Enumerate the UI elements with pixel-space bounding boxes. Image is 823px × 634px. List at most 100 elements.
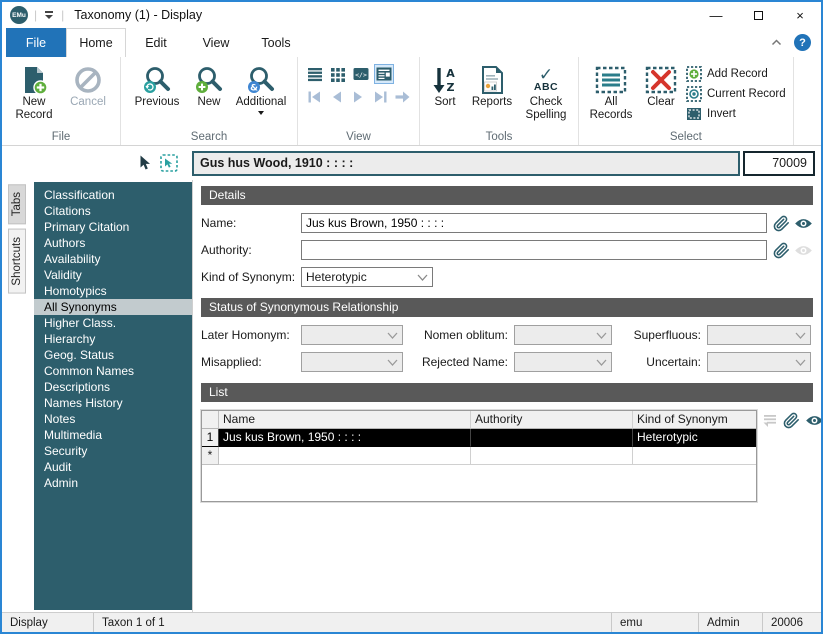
clear-selection-button[interactable]: Clear	[640, 62, 682, 109]
sidebar-item-classification[interactable]: Classification	[34, 187, 192, 203]
chevron-down-icon	[592, 359, 611, 366]
kind-of-synonym-dropdown[interactable]: Heterotypic	[301, 267, 433, 287]
tab-home[interactable]: Home	[66, 28, 126, 57]
tab-file[interactable]: File	[6, 28, 66, 57]
attach-icon[interactable]	[773, 215, 790, 232]
details-view-icon[interactable]	[374, 64, 394, 84]
help-icon[interactable]: ?	[794, 34, 811, 51]
column-header-kind-of-synonym[interactable]: Kind of Synonym	[633, 411, 756, 429]
sidebar-item-security[interactable]: Security	[34, 443, 192, 459]
status-record-position: Taxon 1 of 1	[102, 616, 165, 629]
view-attachment-eye-icon[interactable]	[794, 217, 813, 230]
sidebar-item-authors[interactable]: Authors	[34, 235, 192, 251]
additional-dropdown-icon	[258, 111, 264, 115]
sort-button[interactable]: A Z Sort	[427, 62, 463, 109]
sidebar-item-primary-citation[interactable]: Primary Citation	[34, 219, 192, 235]
rail-tab-shortcuts[interactable]: Shortcuts	[8, 229, 26, 294]
name-input[interactable]	[301, 213, 767, 233]
name-label: Name:	[201, 216, 237, 230]
pointer-cursor-icon[interactable]	[138, 155, 151, 171]
quick-access-toolbar-icon[interactable]	[43, 11, 55, 19]
clear-selection-icon	[645, 63, 677, 96]
view-attachment-eye-icon[interactable]	[805, 414, 821, 427]
cell-kind-of-synonym[interactable]	[633, 447, 756, 465]
uncertain-dropdown[interactable]	[707, 352, 811, 372]
reports-button[interactable]: Reports	[467, 62, 517, 109]
attach-icon[interactable]	[783, 412, 800, 429]
contact-sheet-view-icon[interactable]	[328, 64, 348, 84]
sidebar-item-common-names[interactable]: Common Names	[34, 363, 192, 379]
invert-selection-button[interactable]: Invert	[686, 105, 786, 122]
marquee-select-icon[interactable]	[160, 154, 178, 172]
sidebar-item-names-history[interactable]: Names History	[34, 395, 192, 411]
previous-record-icon[interactable]	[327, 88, 346, 106]
next-record-icon[interactable]	[349, 88, 368, 106]
sidebar-item-availability[interactable]: Availability	[34, 251, 192, 267]
cell-kind-of-synonym[interactable]: Heterotypic	[633, 429, 756, 447]
record-number-field[interactable]: 70009	[743, 150, 815, 176]
sidebar-item-audit[interactable]: Audit	[34, 459, 192, 475]
superfluous-label: Superfluous:	[633, 328, 701, 342]
add-record-button[interactable]: Add Record	[686, 65, 786, 82]
cell-authority[interactable]	[471, 429, 633, 447]
attach-icon[interactable]	[773, 242, 790, 259]
emu-logo-icon[interactable]: EMu	[10, 6, 28, 24]
list-view-icon[interactable]	[305, 64, 325, 84]
new-search-button[interactable]: New	[190, 62, 228, 109]
sidebar-item-hierarchy[interactable]: Hierarchy	[34, 331, 192, 347]
first-record-icon[interactable]	[305, 88, 324, 106]
minimize-button[interactable]: —	[695, 2, 737, 28]
sidebar-item-descriptions[interactable]: Descriptions	[34, 379, 192, 395]
last-record-icon[interactable]	[371, 88, 390, 106]
maximize-button[interactable]	[737, 2, 779, 28]
sort-icon: A Z	[431, 63, 459, 96]
additional-search-button[interactable]: & Additional	[232, 62, 290, 115]
check-spelling-button[interactable]: ✓ ABC Check Spelling	[521, 62, 571, 122]
misapplied-dropdown[interactable]	[301, 352, 403, 372]
later-homonym-dropdown[interactable]	[301, 325, 403, 345]
status-section-header: Status of Synonymous Relationship	[201, 298, 813, 317]
sidebar-item-multimedia[interactable]: Multimedia	[34, 427, 192, 443]
collapse-ribbon-icon[interactable]	[771, 39, 782, 46]
new-record-button[interactable]: New Record	[9, 62, 59, 122]
sidebar-item-notes[interactable]: Notes	[34, 411, 192, 427]
sidebar-item-geog-status[interactable]: Geog. Status	[34, 347, 192, 363]
cell-name[interactable]: Jus kus Brown, 1950 : : : :	[219, 429, 471, 447]
sidebar-item-citations[interactable]: Citations	[34, 203, 192, 219]
sidebar-item-homotypics[interactable]: Homotypics	[34, 283, 192, 299]
column-header-authority[interactable]: Authority	[471, 411, 633, 429]
authority-input[interactable]	[301, 240, 767, 260]
nomen-oblitum-dropdown[interactable]	[514, 325, 612, 345]
rejected-name-dropdown[interactable]	[514, 352, 612, 372]
abc-text: ABC	[533, 80, 559, 93]
titlebar-separator: |	[34, 8, 38, 22]
new-record-label: New Record	[15, 96, 53, 121]
goto-record-icon[interactable]	[393, 88, 412, 106]
tab-edit[interactable]: Edit	[126, 28, 186, 57]
sidebar-item-validity[interactable]: Validity	[34, 267, 192, 283]
tab-tools[interactable]: Tools	[246, 28, 306, 57]
record-summary-field[interactable]: Gus hus Wood, 1910 : : : :	[192, 150, 740, 176]
side-rail: Tabs Shortcuts	[2, 180, 32, 612]
page-view-icon[interactable]: </>	[351, 64, 371, 84]
close-button[interactable]: ×	[779, 2, 821, 28]
sidebar-item-higher-class[interactable]: Higher Class.	[34, 315, 192, 331]
rail-tab-tabs[interactable]: Tabs	[8, 184, 26, 225]
previous-search-button[interactable]: Previous	[128, 62, 186, 109]
sidebar-item-all-synonyms[interactable]: All Synonyms	[34, 299, 192, 315]
cell-name[interactable]	[219, 447, 471, 465]
tab-view[interactable]: View	[186, 28, 246, 57]
status-role: Admin	[699, 613, 763, 632]
cancel-button[interactable]: Cancel	[63, 62, 113, 109]
table-row[interactable]: 1 Jus kus Brown, 1950 : : : : Heterotypi…	[202, 429, 756, 447]
previous-search-label: Previous	[134, 96, 180, 108]
current-record-button[interactable]: Current Record	[686, 85, 786, 102]
column-header-name[interactable]: Name	[219, 411, 471, 429]
all-records-button[interactable]: All Records	[586, 62, 636, 122]
table-row-new[interactable]: *	[202, 447, 756, 465]
record-header: Gus hus Wood, 1910 : : : : 70009	[2, 146, 821, 180]
superfluous-dropdown[interactable]	[707, 325, 811, 345]
sidebar-item-admin[interactable]: Admin	[34, 475, 192, 491]
cell-authority[interactable]	[471, 447, 633, 465]
new-record-icon	[19, 63, 49, 96]
